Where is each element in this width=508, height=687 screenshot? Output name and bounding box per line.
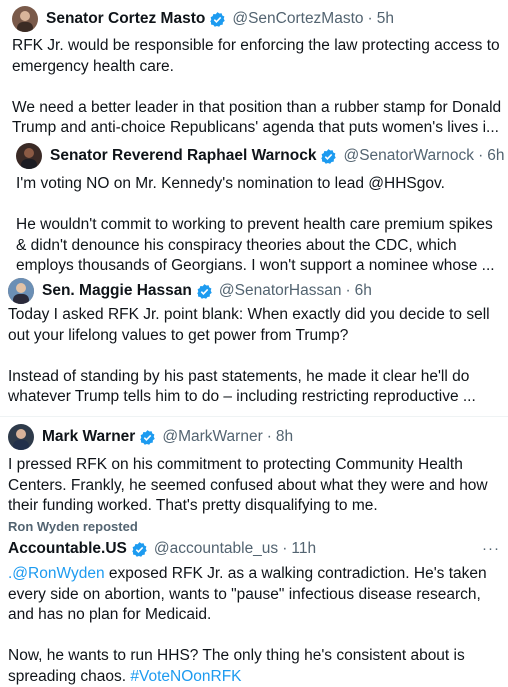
author-name[interactable]: Accountable.US xyxy=(8,540,127,558)
tweet-text: Today I asked RFK Jr. point blank: When … xyxy=(8,306,490,405)
author-name[interactable]: Mark Warner xyxy=(42,428,135,446)
tweet-text: RFK Jr. would be responsible for enforci… xyxy=(12,37,502,136)
tweet-text: I pressed RFK on his commitment to prote… xyxy=(8,456,488,514)
author-handle[interactable]: @SenCortezMasto xyxy=(232,10,363,28)
timestamp[interactable]: 5h xyxy=(377,10,394,28)
timestamp[interactable]: 8h xyxy=(276,428,293,446)
avatar[interactable] xyxy=(8,278,34,304)
tweet-warnock[interactable]: Senator Reverend Raphael Warnock @Senato… xyxy=(0,141,508,274)
tweet-cortez-masto[interactable]: Senator Cortez Masto @SenCortezMasto · 5… xyxy=(0,0,508,144)
avatar[interactable] xyxy=(12,6,38,32)
tweet-header: Senator Cortez Masto @SenCortezMasto · 5… xyxy=(12,6,394,32)
author-name[interactable]: Sen. Maggie Hassan xyxy=(42,282,192,300)
author-handle[interactable]: @accountable_us xyxy=(154,540,278,558)
tweet-text: I'm voting NO on Mr. Kennedy's nominatio… xyxy=(16,175,495,274)
hashtag-link[interactable]: #VoteNOonRFK xyxy=(130,668,241,685)
timestamp[interactable]: 6h xyxy=(487,147,504,165)
author-handle[interactable]: @SenatorHassan xyxy=(219,282,342,300)
tweet-text-part: exposed RFK Jr. as a walking contradicti… xyxy=(8,565,487,685)
verified-badge-icon xyxy=(132,541,147,557)
tweet-warner[interactable]: Mark Warner @MarkWarner · 8h I pressed R… xyxy=(0,422,508,518)
separator-dot: · xyxy=(478,147,484,164)
verified-badge-icon xyxy=(321,148,337,164)
tweet-header: Senator Reverend Raphael Warnock @Senato… xyxy=(16,143,504,169)
timestamp[interactable]: 11h xyxy=(291,540,316,558)
avatar[interactable] xyxy=(16,143,42,169)
verified-badge-icon xyxy=(210,11,226,27)
author-name[interactable]: Senator Cortez Masto xyxy=(46,10,205,28)
tweet-accountable-repost[interactable]: Ron Wyden reposted Accountable.US @accou… xyxy=(0,516,508,685)
verified-badge-icon xyxy=(140,429,156,445)
tweet-header: Mark Warner @MarkWarner · 8h xyxy=(8,424,293,450)
avatar[interactable] xyxy=(8,424,34,450)
author-handle[interactable]: @MarkWarner xyxy=(162,428,262,446)
separator-dot: · xyxy=(367,10,373,27)
tweet-text: .@RonWyden exposed RFK Jr. as a walking … xyxy=(8,564,502,687)
separator-dot: · xyxy=(266,428,272,445)
timestamp[interactable]: 6h xyxy=(355,282,372,300)
repost-label[interactable]: Ron Wyden reposted xyxy=(8,519,138,534)
more-options-icon[interactable]: ··· xyxy=(482,540,500,557)
author-name[interactable]: Senator Reverend Raphael Warnock xyxy=(50,147,316,165)
separator-dot: · xyxy=(282,540,288,557)
mention-link[interactable]: .@RonWyden xyxy=(8,565,105,582)
separator-dot: · xyxy=(345,282,351,299)
author-handle[interactable]: @SenatorWarnock xyxy=(343,147,474,165)
verified-badge-icon xyxy=(197,283,212,299)
divider xyxy=(0,416,508,417)
tweet-hassan[interactable]: Sen. Maggie Hassan @SenatorHassan · 6h T… xyxy=(0,276,508,416)
tweet-header: Sen. Maggie Hassan @SenatorHassan · 6h xyxy=(8,278,372,304)
tweet-header: Accountable.US @accountable_us · 11h xyxy=(8,540,316,558)
